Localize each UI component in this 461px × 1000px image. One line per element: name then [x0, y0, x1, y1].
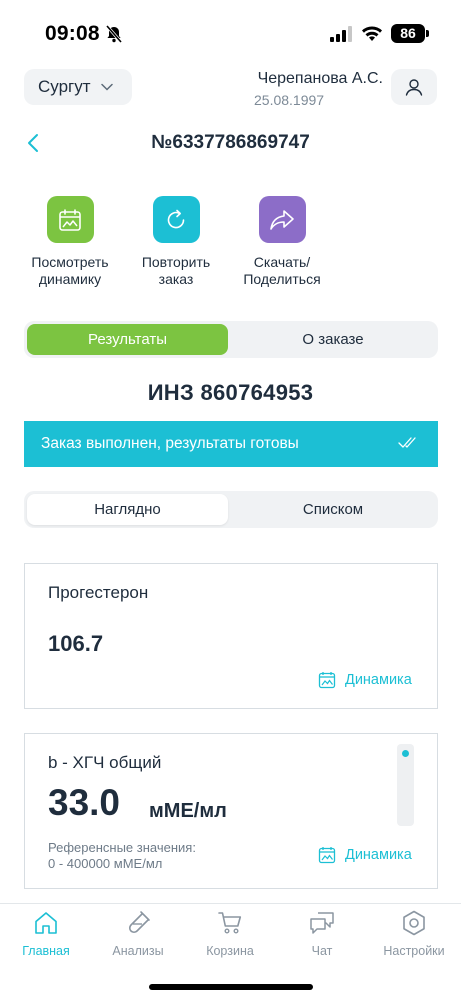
status-banner-text: Заказ выполнен, результаты готовы [41, 435, 299, 452]
repeat-order-button[interactable]: Повторить заказ [121, 196, 231, 288]
action-label: Повторить заказ [141, 254, 211, 287]
action-label: Скачать/ Поделиться [243, 254, 321, 287]
status-banner: Заказ выполнен, результаты готовы [24, 421, 438, 467]
chart-calendar-icon [59, 208, 81, 231]
dynamics-link-label: Динамика [345, 672, 412, 688]
nav-home[interactable]: Главная [0, 909, 92, 958]
analyte-value: 106.7 [48, 631, 104, 656]
nav-label: Главная [22, 944, 70, 958]
city-label: Сургут [38, 77, 91, 96]
chevron-down-icon [100, 83, 113, 91]
nav-cart[interactable]: Корзина [184, 909, 276, 958]
nav-chat[interactable]: Чат [276, 909, 368, 958]
nav-label: Чат [311, 944, 333, 958]
analyte-value: 33.0 [48, 782, 121, 823]
reference-label: Референсные значения: [48, 840, 196, 855]
share-icon [270, 209, 294, 230]
action-label: Посмотреть динамику [31, 254, 109, 287]
nav-label: Корзина [206, 944, 254, 958]
nav-label: Анализы [112, 944, 164, 958]
tab-results[interactable]: Результаты [27, 324, 228, 355]
analyte-name: b - ХГЧ общий [48, 753, 162, 772]
user-icon [405, 79, 423, 96]
action-tile [258, 196, 306, 243]
dynamics-link-label: Динамика [345, 847, 412, 863]
reference-value: 0 - 400000 мМЕ/мл [48, 856, 163, 871]
wifi-icon [362, 26, 382, 41]
cart-icon [218, 912, 242, 934]
user-name: Черепанова А.С. [257, 70, 383, 87]
order-tabs: Результаты О заказе [24, 321, 438, 358]
view-mode-tabs: Наглядно Списком [24, 491, 438, 528]
tab-list[interactable]: Списком [231, 494, 435, 525]
nav-label: Настройки [383, 944, 445, 958]
test-tube-icon [128, 911, 150, 934]
city-select[interactable]: Сургут [24, 69, 132, 105]
analyte-name: Прогестерон [48, 583, 149, 602]
signal-icon [330, 26, 352, 42]
status-time: 09:08 [45, 22, 100, 45]
inz-number: ИНЗ 860764953 [147, 380, 314, 405]
home-indicator [149, 984, 313, 990]
value-marker [402, 750, 409, 757]
user-dob: 25.08.1997 [254, 92, 325, 108]
order-number: №6337786869747 [151, 132, 310, 153]
double-check-icon [398, 437, 416, 448]
chart-calendar-icon [318, 672, 336, 689]
tab-about-order[interactable]: О заказе [231, 324, 435, 355]
chat-icon [310, 912, 334, 934]
view-dynamics-button[interactable]: Посмотреть динамику [15, 196, 125, 288]
dynamics-link[interactable]: Динамика [318, 846, 412, 864]
profile-button[interactable] [391, 69, 437, 105]
status-bar: 09:08 86 [0, 0, 461, 66]
dynamics-link[interactable]: Динамика [318, 671, 412, 689]
settings-icon [403, 910, 425, 936]
result-card: Прогестерон 106.7 Динамика [24, 563, 438, 709]
battery-indicator: 86 [391, 24, 429, 43]
home-icon [35, 912, 57, 934]
analyte-unit: мМЕ/мл [149, 800, 227, 822]
nav-settings[interactable]: Настройки [368, 909, 460, 958]
result-card: b - ХГЧ общий 33.0 мМЕ/мл Референсные зн… [24, 733, 438, 889]
reference-range-indicator [397, 744, 414, 826]
nav-analyses[interactable]: Анализы [92, 909, 184, 958]
download-share-button[interactable]: Скачать/ Поделиться [227, 196, 337, 288]
action-tile [46, 196, 94, 243]
repeat-icon [167, 209, 185, 228]
action-tile [152, 196, 200, 243]
chart-calendar-icon [318, 847, 336, 864]
tab-visual[interactable]: Наглядно [27, 494, 228, 525]
bell-muted-icon [105, 25, 123, 43]
